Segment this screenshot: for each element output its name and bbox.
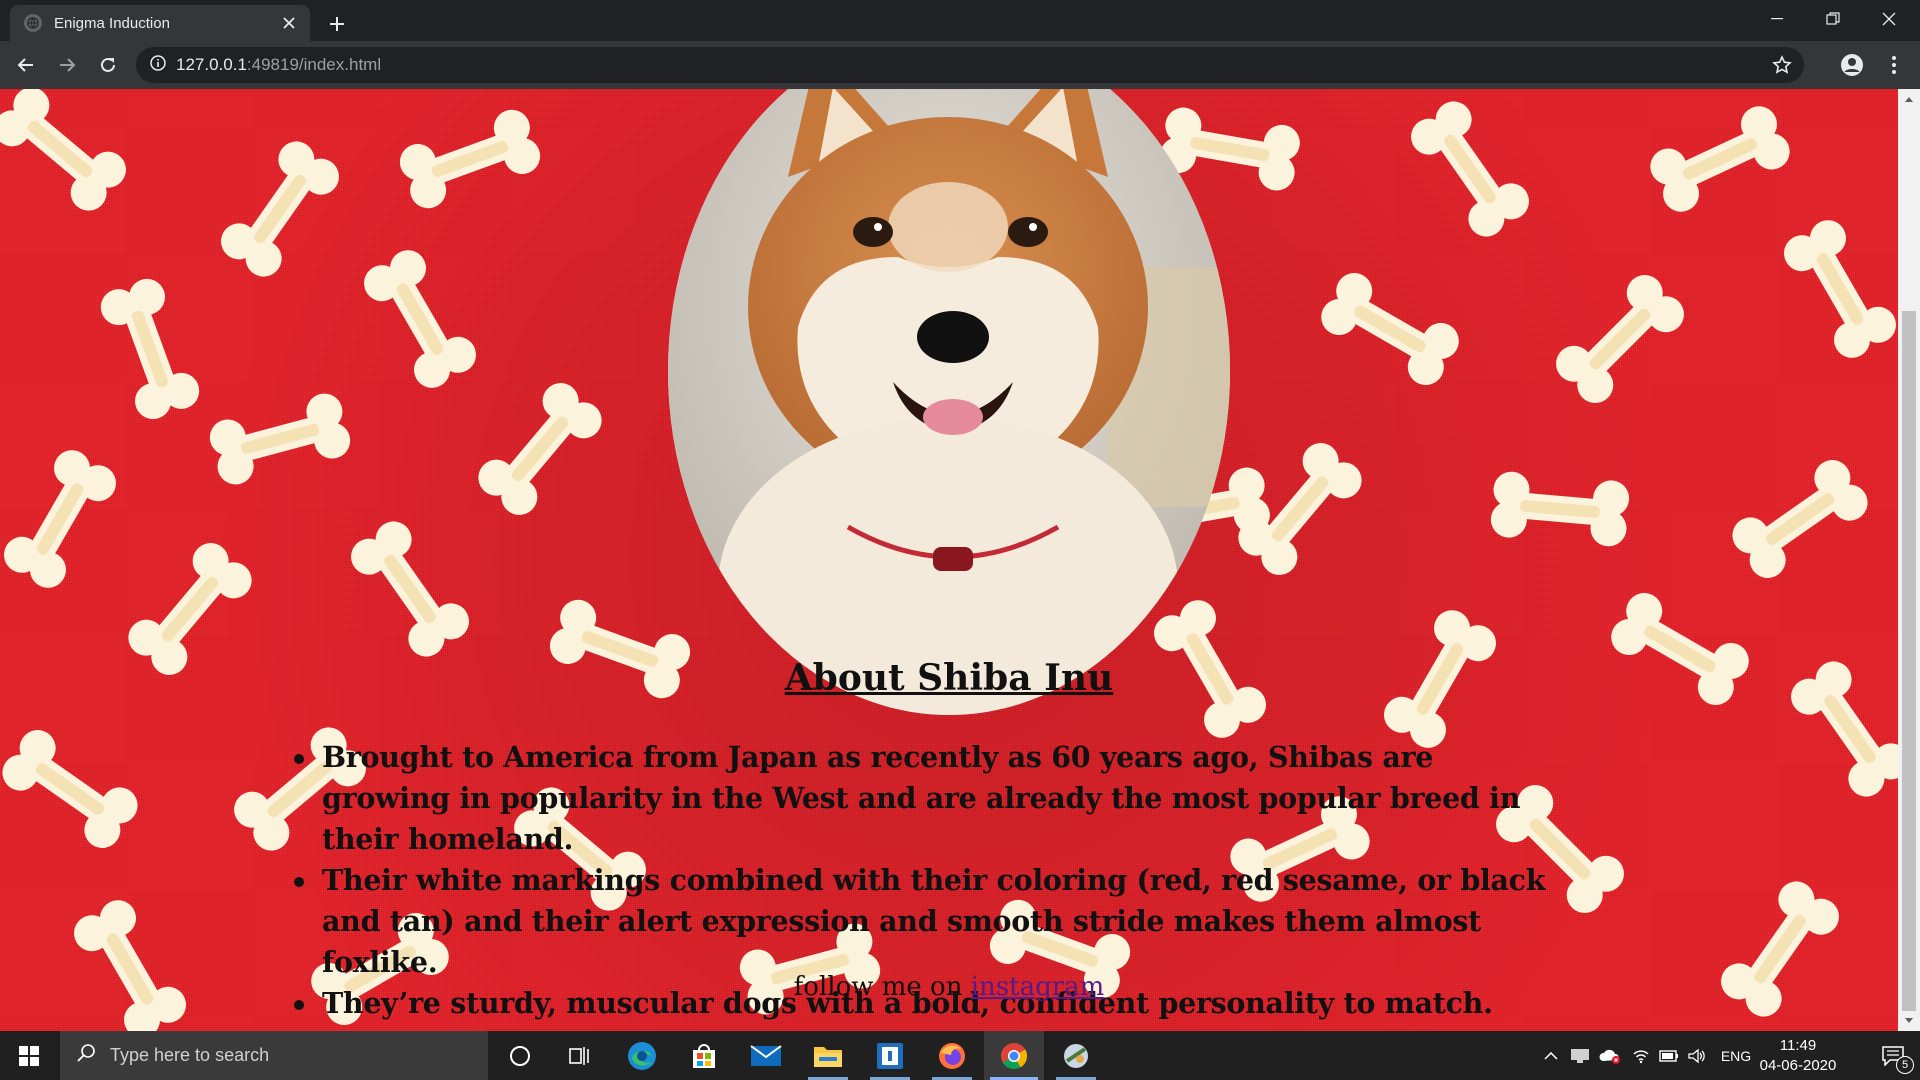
notification-count-badge: 5 (1896, 1056, 1914, 1074)
pinball-icon[interactable] (1046, 1031, 1106, 1080)
mail-icon[interactable] (736, 1031, 796, 1080)
url-path: :49819/index.html (246, 55, 382, 74)
edge-icon[interactable] (612, 1031, 672, 1080)
restore-icon[interactable] (1806, 0, 1860, 38)
scrollbar-thumb[interactable] (1902, 311, 1916, 1011)
taskbar-clock[interactable]: 11:49 04-06-2020 (1756, 1036, 1840, 1076)
store-icon[interactable] (674, 1031, 734, 1080)
url-text: 127.0.0.1:49819/index.html (176, 55, 381, 75)
page-viewport: About Shiba Inu Brought to America from … (0, 89, 1898, 1031)
new-tab-button[interactable] (320, 9, 354, 39)
menu-kebab-icon[interactable] (1878, 49, 1910, 81)
bookmark-star-icon[interactable] (1770, 53, 1794, 77)
windows-taskbar: Type here to search ENG 11:49 04-06-2020… (0, 1031, 1920, 1080)
tab-title: Enigma Induction (54, 14, 170, 32)
clock-time: 11:49 (1779, 1037, 1817, 1054)
forward-icon[interactable] (51, 49, 83, 81)
task-view-icon[interactable] (550, 1031, 610, 1080)
page-title: About Shiba Inu (784, 657, 1114, 699)
windows-start-icon[interactable] (0, 1031, 58, 1080)
search-placeholder: Type here to search (110, 1045, 270, 1065)
reload-icon[interactable] (92, 49, 124, 81)
search-icon (76, 1043, 96, 1068)
list-item: Their white markings combined with their… (290, 860, 1550, 983)
scroll-down-icon[interactable] (1903, 1015, 1915, 1027)
list-item: Brought to America from Japan as recentl… (290, 737, 1550, 860)
wifi-icon[interactable] (1628, 1031, 1654, 1080)
firefox-icon[interactable] (922, 1031, 982, 1080)
instagram-link[interactable]: instagram (971, 972, 1105, 1002)
scroll-up-icon[interactable] (1903, 93, 1915, 105)
url-host: 127.0.0.1 (176, 55, 247, 74)
cortana-icon[interactable] (490, 1031, 550, 1080)
globe-icon (24, 14, 42, 32)
minimize-icon[interactable] (1750, 0, 1804, 38)
app-icon[interactable] (860, 1031, 920, 1080)
back-icon[interactable] (10, 49, 42, 81)
profile-avatar-icon[interactable] (1836, 49, 1868, 81)
browser-tab[interactable]: Enigma Induction (10, 5, 310, 41)
taskbar-search-box[interactable]: Type here to search (60, 1031, 488, 1080)
volume-icon[interactable] (1684, 1031, 1710, 1080)
notification-center-icon[interactable]: 5 (1866, 1031, 1920, 1080)
follow-line: follow me on instagram (0, 972, 1898, 1002)
file-explorer-icon[interactable] (798, 1031, 858, 1080)
chrome-icon[interactable] (984, 1031, 1044, 1080)
tab-close-icon[interactable] (278, 12, 300, 34)
onedrive-error-icon[interactable] (1596, 1031, 1624, 1080)
language-indicator[interactable]: ENG (1716, 1031, 1756, 1080)
battery-icon[interactable] (1656, 1031, 1682, 1080)
browser-toolbar: 127.0.0.1:49819/index.html (0, 41, 1920, 89)
info-icon[interactable] (150, 54, 166, 76)
tab-strip: Enigma Induction (0, 0, 1920, 41)
chevron-up-icon[interactable] (1538, 1031, 1564, 1080)
monitor-icon[interactable] (1566, 1031, 1594, 1080)
vertical-scrollbar[interactable] (1898, 89, 1920, 1031)
address-bar[interactable]: 127.0.0.1:49819/index.html (136, 47, 1804, 83)
window-close-icon[interactable] (1862, 0, 1916, 38)
follow-text: follow me on (793, 972, 971, 1002)
clock-date: 04-06-2020 (1759, 1057, 1837, 1074)
